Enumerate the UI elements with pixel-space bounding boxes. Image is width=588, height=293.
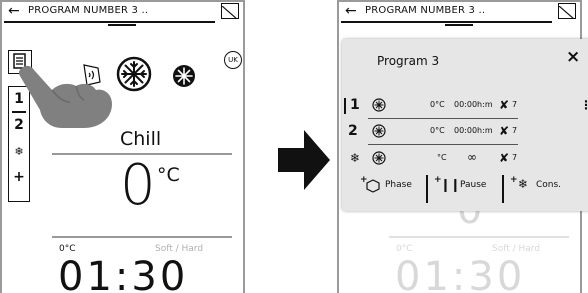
- snowflake-outline-icon: [372, 151, 386, 165]
- row-divider: [368, 144, 518, 145]
- top-bar-tab-indicator: [108, 24, 136, 26]
- row-temperature: 0°C: [430, 126, 445, 135]
- more-options-icon[interactable]: ⋮: [580, 98, 588, 112]
- region-badge[interactable]: UK: [224, 51, 242, 69]
- active-step-marker: [344, 98, 346, 114]
- snowflake-outline-icon[interactable]: [116, 56, 152, 96]
- row-fan-speed: 7: [512, 153, 518, 162]
- back-arrow-icon[interactable]: ←: [345, 3, 357, 19]
- fan-icon: ✘: [499, 151, 510, 165]
- pause-button[interactable]: Pause: [460, 180, 486, 190]
- action-separator: [502, 175, 504, 203]
- temperature-unit: °C: [157, 164, 180, 186]
- top-bar: ← PROGRAM NUMBER 3 ..: [2, 2, 243, 26]
- top-bar-divider: [341, 21, 552, 23]
- snowflake-step-icon: ❄: [518, 177, 529, 191]
- faded-cycle-time: 01:30: [395, 254, 526, 293]
- add-icon: +: [510, 175, 518, 185]
- mode-label: Chill: [120, 128, 162, 150]
- snowflake-outline-icon: [372, 124, 386, 138]
- program-title: PROGRAM NUMBER 3 ..: [28, 5, 149, 16]
- snowflake-step-icon[interactable]: ❄: [9, 145, 29, 158]
- window-corner-icon[interactable]: [558, 3, 576, 20]
- probe-temperature: 0°C: [59, 244, 76, 254]
- hexagon-icon: [366, 179, 380, 193]
- row-fan-speed: 7: [512, 126, 518, 135]
- program-title: PROGRAM NUMBER 3 ..: [365, 5, 486, 16]
- back-arrow-icon[interactable]: ←: [8, 3, 20, 19]
- row-temperature: 0°C: [430, 100, 445, 109]
- action-separator: [426, 175, 428, 203]
- top-bar-divider: [4, 21, 215, 23]
- temp-divider: [52, 236, 232, 238]
- phase-button[interactable]: Phase: [385, 180, 412, 190]
- top-bar-tab-indicator: [445, 24, 473, 26]
- close-button[interactable]: ×: [566, 47, 580, 67]
- top-bar: ← PROGRAM NUMBER 3 ..: [339, 2, 580, 26]
- row-number: 1: [350, 97, 360, 113]
- snowflake-filled-icon[interactable]: [172, 64, 196, 92]
- program-row-2[interactable]: 2 0°C 00:00h:m ✘ 7: [342, 120, 588, 144]
- row-temperature: °C: [437, 153, 447, 162]
- add-step-button[interactable]: +: [9, 169, 29, 185]
- row-time: 00:00h:m: [454, 126, 493, 135]
- snowflake-step-icon: ❄: [350, 151, 361, 165]
- soft-hard-label: Soft / Hard: [155, 244, 204, 254]
- program-popup: Program 3 × 1 0°C 00:00h:m ✘ 7 ⋮ 2 0°C 0…: [342, 39, 588, 211]
- snowflake-outline-icon: [372, 98, 386, 112]
- conservation-button[interactable]: Cons.: [536, 180, 561, 190]
- pointing-hand-icon: [18, 65, 113, 128]
- pause-icon: ❙❙: [440, 178, 461, 193]
- fan-icon: ✘: [499, 98, 510, 112]
- fan-icon: ✘: [499, 124, 510, 138]
- program-row-1[interactable]: 1 0°C 00:00h:m ✘ 7 ⋮: [342, 94, 588, 118]
- transition-arrow-icon: [278, 130, 330, 190]
- program-row-3[interactable]: ❄ °C ∞ ✘ 7: [342, 147, 588, 171]
- row-divider: [368, 118, 518, 119]
- left-screen: ← PROGRAM NUMBER 3 .. 1 2 ❄ + UK Chill 0…: [0, 0, 245, 293]
- cycle-time[interactable]: 01:30: [58, 255, 188, 293]
- row-fan-speed: 7: [512, 100, 518, 109]
- popup-title: Program 3: [377, 54, 440, 68]
- window-corner-icon[interactable]: [221, 3, 239, 20]
- faded-soft-hard: Soft / Hard: [492, 244, 541, 254]
- row-number: 2: [348, 123, 358, 139]
- row-time: 00:00h:m: [454, 100, 493, 109]
- faded-divider: [389, 236, 569, 238]
- faded-probe-temperature: 0°C: [396, 244, 413, 254]
- infinity-icon: ∞: [467, 150, 477, 164]
- target-temperature[interactable]: 0: [120, 156, 156, 216]
